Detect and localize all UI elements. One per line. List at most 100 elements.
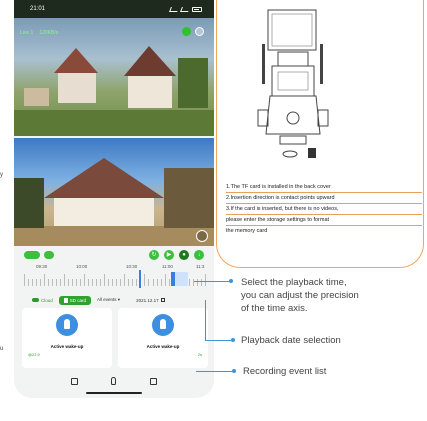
timeline-tick [68, 279, 70, 286]
timeline-tick [80, 279, 82, 286]
event-card[interactable]: Active wake-up 2s [118, 308, 208, 368]
tick-label: 11:00 [162, 264, 173, 269]
event-card[interactable]: Active wake-up @21:0 [22, 308, 112, 368]
timeline-tick [120, 279, 122, 286]
tab-cloud[interactable]: Cloud [32, 298, 53, 303]
note-line: the memory card [226, 228, 268, 234]
event-time: @21:0 [28, 352, 40, 357]
timeline-tick [124, 274, 126, 286]
cloud-icon [32, 298, 39, 302]
timeline-tick [148, 279, 150, 286]
timeline-tick [152, 279, 154, 286]
timeline-tick [76, 279, 78, 286]
timeline-tick [52, 279, 54, 286]
status-bar: 21:01 [14, 0, 214, 18]
tab-sd-card[interactable]: SD card [58, 295, 92, 305]
note-line: 3.If the card is inserted, but there is … [226, 204, 422, 215]
event-time: 2s [197, 352, 202, 357]
timeline-tick [72, 279, 74, 286]
note-line: 2.Insertion direction is contact points … [226, 193, 422, 204]
event-list: Active wake-up @21:0 Active wake-up 2s [22, 308, 208, 368]
tab-sd-label: SD card [69, 297, 87, 303]
timeline-tick [64, 274, 66, 286]
status-time: 21:01 [30, 6, 46, 12]
timeline-tick [140, 279, 142, 286]
sound-toggle[interactable] [24, 251, 40, 259]
replay-icon[interactable]: ↻ [149, 250, 159, 260]
timeline-tick [188, 279, 190, 286]
events-filter[interactable]: All events ▾ [97, 297, 120, 303]
timeline-tick-labels: 09:30 10:00 10:30 11:00 11:3 [24, 264, 206, 271]
time-cursor[interactable] [139, 270, 141, 288]
date-selector[interactable]: 2021.12.17 [136, 298, 165, 303]
timeline-tick [56, 279, 58, 286]
annotation-dot-date [231, 338, 235, 342]
timeline-tick [164, 274, 166, 286]
timeline-tick [44, 274, 46, 286]
calendar-icon [160, 298, 165, 302]
annotation-dot-events [232, 369, 236, 373]
recorded-segment[interactable] [174, 272, 188, 286]
annotation-dot-time [229, 279, 233, 283]
timeline-tick [128, 279, 130, 286]
note-line: 1.The TF card is installed in the back c… [226, 182, 422, 193]
playback-video-feed[interactable] [14, 138, 214, 246]
timeline-tick [112, 279, 114, 286]
timeline-tick [96, 279, 98, 286]
record-video-icon[interactable] [150, 377, 158, 385]
timeline-tick [84, 274, 86, 286]
live-rate: 120KB/s [39, 30, 59, 36]
timeline-tick [48, 279, 50, 286]
timeline-tick [168, 279, 170, 286]
timeline-tick [92, 279, 94, 286]
timeline-tick [100, 279, 102, 286]
screenshot-icon[interactable] [70, 377, 78, 385]
house-scene [14, 158, 214, 246]
timeline-tick [108, 279, 110, 286]
playback-controls: ↻ ▶ ● ↓ [14, 248, 214, 262]
annotation-playback-time: Select the playback time, you can adjust… [241, 277, 359, 314]
date-label: 2021.12.17 [136, 297, 159, 303]
snapshot-icon[interactable]: ● [179, 250, 189, 260]
event-label: Active wake-up [50, 344, 84, 349]
timeline-tick [104, 274, 106, 286]
battery-icon [192, 6, 202, 12]
fullscreen-icon[interactable] [196, 230, 208, 242]
wifi-icon [180, 6, 190, 12]
signal-icon [169, 6, 179, 12]
timeline-axis[interactable]: 09:30 10:00 10:30 11:00 11:3 [24, 264, 206, 290]
play-icon[interactable]: ▶ [164, 250, 174, 260]
event-label: Active wake-up [146, 344, 180, 349]
tick-label: 10:00 [76, 264, 88, 269]
microphone-icon[interactable] [111, 377, 117, 385]
timeline-tick [60, 279, 62, 286]
annotation-line-time [194, 281, 230, 282]
timeline-tick [88, 279, 90, 286]
live-badge: Live 1 120KB/s [20, 30, 58, 36]
record-indicator-icon[interactable] [182, 27, 191, 36]
annotation-line-date [205, 340, 231, 341]
download-icon[interactable]: ↓ [194, 250, 204, 260]
annotation-vline-date [205, 300, 206, 341]
left-fragment-2: u [0, 346, 4, 352]
tick-label: 11:3 [196, 264, 205, 269]
timeline-tick [28, 279, 30, 286]
timeline-tick [24, 274, 25, 286]
recorded-segment-marker[interactable] [171, 272, 175, 286]
note-line: please enter the storage settings to for… [226, 215, 422, 226]
timeline-tick [116, 279, 118, 286]
tab-cloud-label: Cloud [41, 297, 53, 303]
video-top-icons [182, 27, 204, 36]
live-label: Live 1 [20, 30, 34, 36]
timeline-tick [36, 279, 38, 286]
status-icons [169, 6, 202, 12]
tick-label: 10:30 [126, 264, 138, 269]
home-indicator [86, 392, 142, 394]
sd-card-icon [63, 297, 68, 303]
quality-toggle[interactable] [44, 251, 54, 259]
timeline-tick [40, 279, 42, 286]
settings-icon[interactable] [195, 27, 204, 36]
timeline-tick [32, 279, 34, 286]
wake-up-icon [56, 314, 78, 336]
annotation-line-events [196, 371, 232, 372]
